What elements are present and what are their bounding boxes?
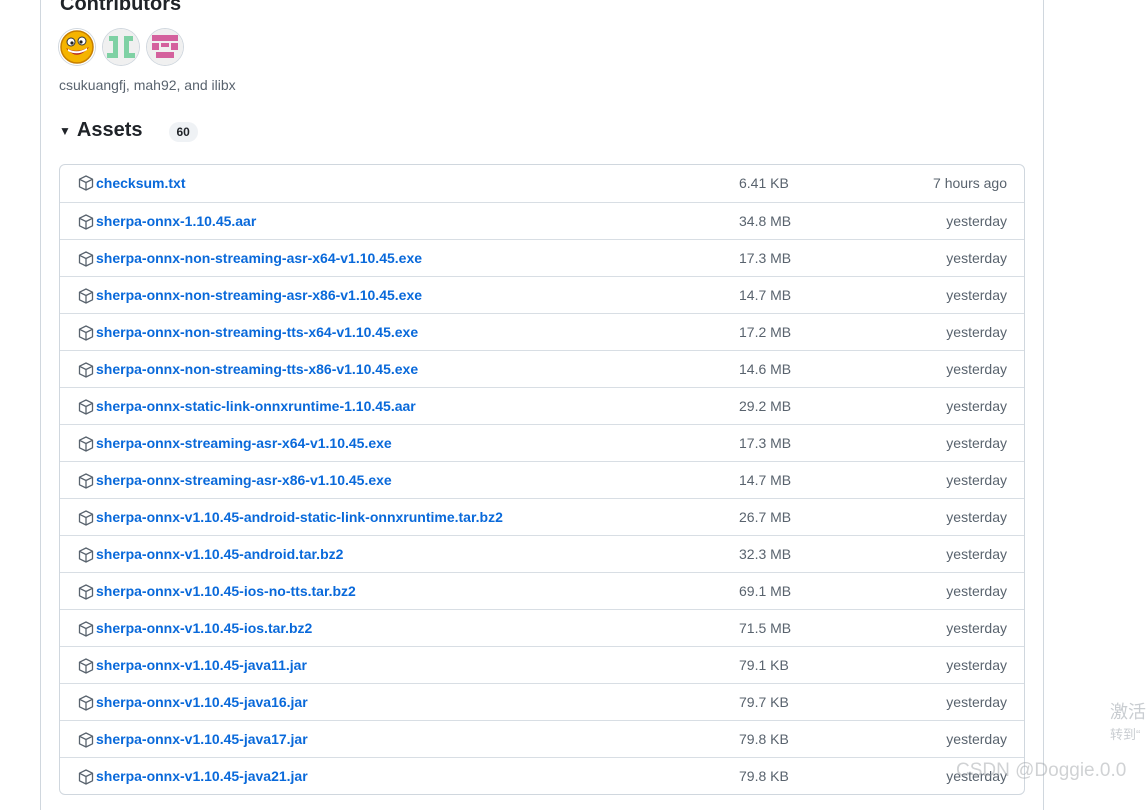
asset-row: sherpa-onnx-v1.10.45-java16.jar 79.7 KB ye… — [60, 683, 1024, 720]
triangle-down-icon: ▼ — [59, 124, 71, 138]
asset-size: 79.8 KB — [739, 768, 789, 784]
asset-download-link[interactable]: checksum.txt — [96, 165, 185, 202]
asset-download-link[interactable]: sherpa-onnx-v1.10.45-java11.jar — [96, 647, 307, 683]
asset-date: yesterday — [946, 398, 1007, 414]
asset-size: 79.1 KB — [739, 657, 789, 673]
asset-date: yesterday — [946, 509, 1007, 525]
asset-date: yesterday — [946, 435, 1007, 451]
asset-date: yesterday — [946, 583, 1007, 599]
package-icon — [78, 547, 94, 563]
contributor-avatars — [59, 29, 183, 65]
activate-windows-text: 激活 — [1110, 702, 1146, 722]
asset-date: yesterday — [946, 546, 1007, 562]
package-icon — [78, 214, 94, 230]
green-pattern-avatar[interactable] — [103, 29, 139, 65]
asset-date: yesterday — [946, 694, 1007, 710]
asset-download-link[interactable]: sherpa-onnx-static-link-onnxruntime-1.10… — [96, 388, 416, 424]
pink-pattern-avatar[interactable] — [147, 29, 183, 65]
asset-size: 34.8 MB — [739, 213, 792, 229]
assets-count-badge: 60 — [168, 122, 198, 142]
asset-row: sherpa-onnx-static-link-onnxruntime-1.10… — [60, 387, 1024, 424]
asset-size: 69.1 MB — [739, 583, 792, 599]
asset-row: sherpa-onnx-v1.10.45-android.tar.bz2 32.3… — [60, 535, 1024, 572]
package-icon — [78, 288, 94, 304]
asset-row: sherpa-onnx-non-streaming-tts-x64-v1.10.… — [60, 313, 1024, 350]
asset-download-link[interactable]: sherpa-onnx-v1.10.45-java16.jar — [96, 684, 308, 720]
asset-download-link[interactable]: sherpa-onnx-non-streaming-tts-x86-v1.10.… — [96, 351, 418, 387]
asset-row: sherpa-onnx-v1.10.45-java11.jar 79.1 KB ye… — [60, 646, 1024, 683]
package-icon — [78, 362, 94, 378]
package-icon — [78, 695, 94, 711]
asset-download-link[interactable]: sherpa-onnx-v1.10.45-ios.tar.bz2 — [96, 610, 312, 646]
asset-date: yesterday — [946, 731, 1007, 747]
asset-download-link[interactable]: sherpa-onnx-non-streaming-tts-x64-v1.10.… — [96, 314, 418, 350]
smiley-avatar[interactable] — [59, 29, 95, 65]
asset-download-link[interactable]: sherpa-onnx-streaming-asr-x86-v1.10.45.e… — [96, 462, 392, 498]
asset-date: yesterday — [946, 287, 1007, 303]
asset-download-link[interactable]: sherpa-onnx-v1.10.45-android.tar.bz2 — [96, 536, 343, 572]
asset-row: checksum.txt 6.41 KB 7 hours ago — [60, 165, 1024, 202]
asset-date: 7 hours ago — [933, 175, 1007, 191]
asset-size: 17.3 MB — [739, 250, 792, 266]
asset-row: sherpa-onnx-non-streaming-tts-x86-v1.10.… — [60, 350, 1024, 387]
asset-row: sherpa-onnx-v1.10.45-ios.tar.bz2 71.5 MB y… — [60, 609, 1024, 646]
package-icon — [78, 621, 94, 637]
asset-size: 6.41 KB — [739, 175, 789, 191]
package-icon — [78, 175, 94, 191]
asset-size: 14.6 MB — [739, 361, 792, 377]
asset-row: sherpa-onnx-non-streaming-asr-x86-v1.10.… — [60, 276, 1024, 313]
asset-size: 17.2 MB — [739, 324, 792, 340]
asset-row: sherpa-onnx-v1.10.45-ios-no-tts.tar.bz2 6… — [60, 572, 1024, 609]
asset-row: sherpa-onnx-non-streaming-asr-x64-v1.10.… — [60, 239, 1024, 276]
package-icon — [78, 251, 94, 267]
asset-date: yesterday — [946, 213, 1007, 229]
asset-date: yesterday — [946, 250, 1007, 266]
assets-toggle[interactable]: ▼ Assets 60 — [59, 118, 198, 142]
asset-download-link[interactable]: sherpa-onnx-v1.10.45-java17.jar — [96, 721, 308, 757]
asset-download-link[interactable]: sherpa-onnx-1.10.45.aar — [96, 203, 256, 239]
asset-date: yesterday — [946, 472, 1007, 488]
package-icon — [78, 473, 94, 489]
activate-windows-subtext: 转到“ — [1110, 727, 1141, 742]
csdn-watermark: CSDN @Doggie.0.0 — [956, 760, 1127, 781]
package-icon — [78, 399, 94, 415]
asset-download-link[interactable]: sherpa-onnx-non-streaming-asr-x86-v1.10.… — [96, 277, 422, 313]
assets-heading: Assets — [76, 118, 143, 141]
contributors-heading: Contributors — [60, 0, 182, 15]
package-icon — [78, 510, 94, 526]
asset-size: 32.3 MB — [739, 546, 792, 562]
asset-row: sherpa-onnx-v1.10.45-java17.jar 79.8 KB ye… — [60, 720, 1024, 757]
asset-download-link[interactable]: sherpa-onnx-v1.10.45-java21.jar — [96, 758, 308, 794]
asset-row: sherpa-onnx-v1.10.45-java21.jar 79.8 KB ye… — [60, 757, 1024, 794]
asset-size: 14.7 MB — [739, 472, 792, 488]
asset-date: yesterday — [946, 620, 1007, 636]
asset-size: 14.7 MB — [739, 287, 792, 303]
asset-row: sherpa-onnx-streaming-asr-x86-v1.10.45.e… — [60, 461, 1024, 498]
package-icon — [78, 325, 94, 341]
asset-date: yesterday — [946, 657, 1007, 673]
package-icon — [78, 584, 94, 600]
asset-download-link[interactable]: sherpa-onnx-v1.10.45-android-static-link… — [96, 499, 503, 535]
asset-download-link[interactable]: sherpa-onnx-non-streaming-asr-x64-v1.10.… — [96, 240, 422, 276]
asset-size: 79.7 KB — [739, 694, 789, 710]
package-icon — [78, 436, 94, 452]
asset-date: yesterday — [946, 361, 1007, 377]
asset-download-link[interactable]: sherpa-onnx-streaming-asr-x64-v1.10.45.e… — [96, 425, 392, 461]
asset-row: sherpa-onnx-v1.10.45-android-static-link… — [60, 498, 1024, 535]
asset-size: 26.7 MB — [739, 509, 792, 525]
asset-row: sherpa-onnx-1.10.45.aar 34.8 MB yesterday — [60, 202, 1024, 239]
package-icon — [78, 769, 94, 785]
asset-download-link[interactable]: sherpa-onnx-v1.10.45-ios-no-tts.tar.bz2 — [96, 573, 356, 609]
asset-row: sherpa-onnx-streaming-asr-x64-v1.10.45.e… — [60, 424, 1024, 461]
package-icon — [78, 732, 94, 748]
asset-size: 71.5 MB — [739, 620, 792, 636]
contributor-names: csukuangfj, mah92, and ilibx — [59, 77, 236, 93]
asset-size: 17.3 MB — [739, 435, 792, 451]
asset-date: yesterday — [946, 324, 1007, 340]
asset-size: 79.8 KB — [739, 731, 789, 747]
package-icon — [78, 658, 94, 674]
asset-size: 29.2 MB — [739, 398, 792, 414]
assets-list: checksum.txt 6.41 KB 7 hours ago sherpa-onn… — [59, 164, 1025, 795]
